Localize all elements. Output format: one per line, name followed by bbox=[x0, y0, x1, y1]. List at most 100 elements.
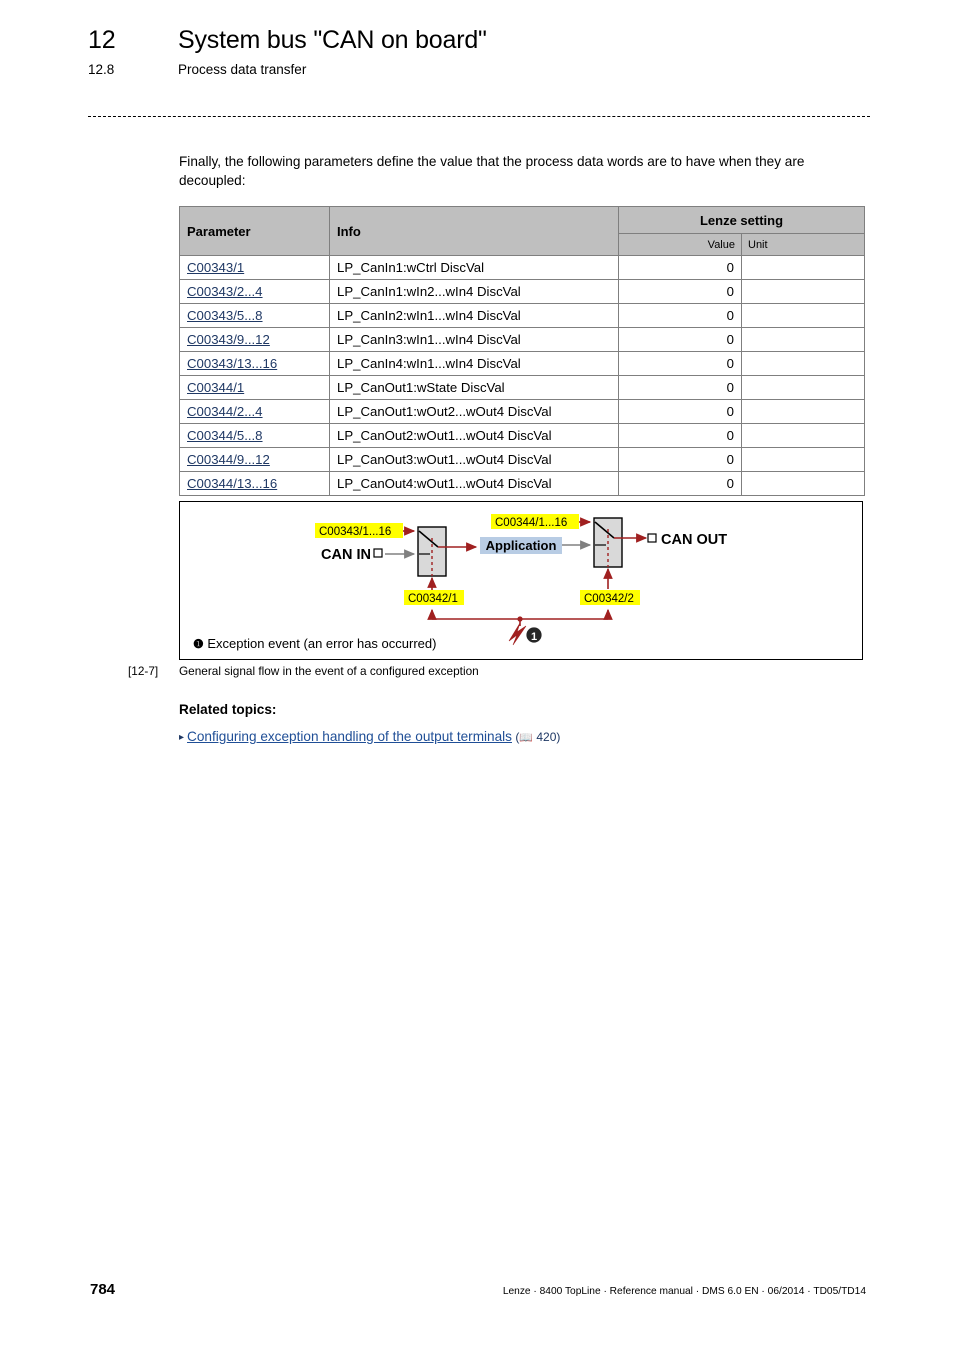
figure-caption: [12-7] General signal flow in the event … bbox=[128, 664, 868, 678]
cell-unit bbox=[741, 447, 865, 472]
cell-parameter: C00344/2...4 bbox=[179, 399, 330, 424]
figure-caption-text: General signal flow in the event of a co… bbox=[179, 664, 479, 678]
table-head: Parameter Info Lenze setting Value Unit bbox=[179, 206, 865, 256]
related-topics-heading: Related topics: bbox=[179, 702, 277, 717]
table-row: C00343/2...4 LP_CanIn1:wIn2...wIn4 DiscVa… bbox=[179, 279, 865, 304]
table-row: C00343/1 LP_CanIn1:wCtrl DiscVal 0 bbox=[179, 255, 865, 280]
column-header-info: Info bbox=[329, 206, 619, 256]
cell-unit bbox=[741, 327, 865, 352]
callout-1-number: 1 bbox=[531, 631, 537, 643]
table-row: C00343/5...8 LP_CanIn2:wIn1...wIn4 DiscVa… bbox=[179, 303, 865, 328]
lightning-bolt-icon bbox=[508, 622, 527, 646]
cell-unit bbox=[741, 303, 865, 328]
section-title: Process data transfer bbox=[178, 62, 307, 77]
parameter-link[interactable]: C00344/2...4 bbox=[187, 404, 263, 419]
cell-value: 0 bbox=[618, 375, 742, 400]
related-topic-page-number: 420 bbox=[536, 730, 557, 744]
cell-info: LP_CanIn1:wIn2...wIn4 DiscVal bbox=[329, 279, 619, 304]
table-row: C00343/13...16 LP_CanIn4:wIn1...wIn4 Disc… bbox=[179, 351, 865, 376]
cell-parameter: C00344/9...12 bbox=[179, 447, 330, 472]
cell-info: LP_CanIn2:wIn1...wIn4 DiscVal bbox=[329, 303, 619, 328]
cell-value: 0 bbox=[618, 447, 742, 472]
parameter-link[interactable]: C00343/9...12 bbox=[187, 332, 270, 347]
page-header: 12 System bus "CAN on board" 12.8 Proces… bbox=[88, 26, 878, 77]
port-can-out-icon bbox=[647, 533, 657, 543]
cell-parameter: C00343/2...4 bbox=[179, 279, 330, 304]
book-icon: 📖 bbox=[519, 732, 534, 744]
related-topics-item: ▸ Configuring exception handling of the o… bbox=[179, 729, 560, 744]
cell-unit bbox=[741, 375, 865, 400]
figure-legend-text: Exception event (an error has occurred) bbox=[207, 636, 437, 651]
figure-legend-marker: ❶ bbox=[193, 637, 204, 651]
intro-paragraph: Finally, the following parameters define… bbox=[179, 154, 805, 188]
label-param-switch-left: C00342/1 bbox=[408, 593, 458, 605]
column-header-parameter: Parameter bbox=[179, 206, 330, 256]
cell-info: LP_CanIn1:wCtrl DiscVal bbox=[329, 255, 619, 280]
header-divider bbox=[88, 116, 870, 117]
table-body: C00343/1 LP_CanIn1:wCtrl DiscVal 0 C00343/2… bbox=[179, 255, 865, 496]
cell-value: 0 bbox=[618, 255, 742, 280]
column-header-value: Value bbox=[618, 233, 742, 256]
cell-parameter: C00344/5...8 bbox=[179, 423, 330, 448]
cell-parameter: C00343/1 bbox=[179, 255, 330, 280]
parameter-link[interactable]: C00344/5...8 bbox=[187, 428, 263, 443]
section-number: 12.8 bbox=[88, 62, 115, 77]
cell-info: LP_CanIn4:wIn1...wIn4 DiscVal bbox=[329, 351, 619, 376]
cell-unit bbox=[741, 351, 865, 376]
parameter-link[interactable]: C00344/1 bbox=[187, 380, 244, 395]
cell-value: 0 bbox=[618, 423, 742, 448]
cell-parameter: C00343/5...8 bbox=[179, 303, 330, 328]
parameter-link[interactable]: C00343/5...8 bbox=[187, 308, 263, 323]
parameter-link[interactable]: C00343/2...4 bbox=[187, 284, 263, 299]
cell-unit bbox=[741, 423, 865, 448]
table-row: C00344/1 LP_CanOut1:wState DiscVal 0 bbox=[179, 375, 865, 400]
signal-flow-figure: 1 C00343/1...16 C00344/1...16 C00342/1 C… bbox=[179, 501, 863, 660]
cell-parameter: C00343/9...12 bbox=[179, 327, 330, 352]
parameter-table: Parameter Info Lenze setting Value Unit … bbox=[179, 206, 865, 496]
figure-caption-number: [12-7] bbox=[128, 664, 159, 678]
cell-unit bbox=[741, 471, 865, 496]
table-row: C00344/5...8 LP_CanOut2:wOut1...wOut4 Dis… bbox=[179, 423, 865, 448]
cell-parameter: C00343/13...16 bbox=[179, 351, 330, 376]
section-heading-row: 12.8 Process data transfer bbox=[88, 62, 878, 77]
column-header-unit: Unit bbox=[741, 233, 865, 256]
figure-legend: ❶ Exception event (an error has occurred… bbox=[193, 636, 436, 651]
cell-value: 0 bbox=[618, 303, 742, 328]
label-param-out: C00344/1...16 bbox=[495, 517, 567, 529]
table-row: C00344/9...12 LP_CanOut3:wOut1...wOut4 Di… bbox=[179, 447, 865, 472]
column-header-lenze-setting: Lenze setting bbox=[618, 206, 865, 234]
footer-page-number: 784 bbox=[90, 1281, 116, 1298]
label-application: Application bbox=[486, 538, 557, 553]
parameter-link[interactable]: C00344/9...12 bbox=[187, 452, 270, 467]
footer-document-info: Lenze · 8400 TopLine · Reference manual … bbox=[502, 1286, 866, 1297]
parameter-link[interactable]: C00344/13...16 bbox=[187, 476, 277, 491]
triangle-bullet-icon: ▸ bbox=[179, 731, 185, 743]
table-row: C00344/2...4 LP_CanOut1:wOut2...wOut4 Dis… bbox=[179, 399, 865, 424]
cell-parameter: C00344/13...16 bbox=[179, 471, 330, 496]
label-param-in: C00343/1...16 bbox=[319, 526, 391, 538]
cell-info: LP_CanIn3:wIn1...wIn4 DiscVal bbox=[329, 327, 619, 352]
parameter-link[interactable]: C00343/1 bbox=[187, 260, 244, 275]
cell-value: 0 bbox=[618, 399, 742, 424]
cell-unit bbox=[741, 399, 865, 424]
table-row: C00343/9...12 LP_CanIn3:wIn1...wIn4 DiscV… bbox=[179, 327, 865, 352]
table-header-row-main: Parameter Info Lenze setting bbox=[179, 206, 865, 256]
chapter-title: System bus "CAN on board" bbox=[178, 26, 487, 54]
cell-info: LP_CanOut1:wOut2...wOut4 DiscVal bbox=[329, 399, 619, 424]
cell-value: 0 bbox=[618, 471, 742, 496]
cell-value: 0 bbox=[618, 327, 742, 352]
port-can-in-icon bbox=[373, 548, 383, 558]
label-param-switch-right: C00342/2 bbox=[584, 593, 634, 605]
cell-info: LP_CanOut4:wOut1...wOut4 DiscVal bbox=[329, 471, 619, 496]
cell-value: 0 bbox=[618, 351, 742, 376]
cell-info: LP_CanOut3:wOut1...wOut4 DiscVal bbox=[329, 447, 619, 472]
parameter-link[interactable]: C00343/13...16 bbox=[187, 356, 277, 371]
cell-unit bbox=[741, 255, 865, 280]
related-topic-page-ref: (📖 420) bbox=[511, 730, 561, 744]
related-topic-link[interactable]: Configuring exception handling of the ou… bbox=[187, 729, 512, 744]
chapter-number: 12 bbox=[88, 26, 116, 54]
cell-parameter: C00344/1 bbox=[179, 375, 330, 400]
cell-value: 0 bbox=[618, 279, 742, 304]
table-row: C00344/13...16 LP_CanOut4:wOut1...wOut4 D… bbox=[179, 471, 865, 496]
label-can-in: CAN IN bbox=[321, 547, 371, 563]
